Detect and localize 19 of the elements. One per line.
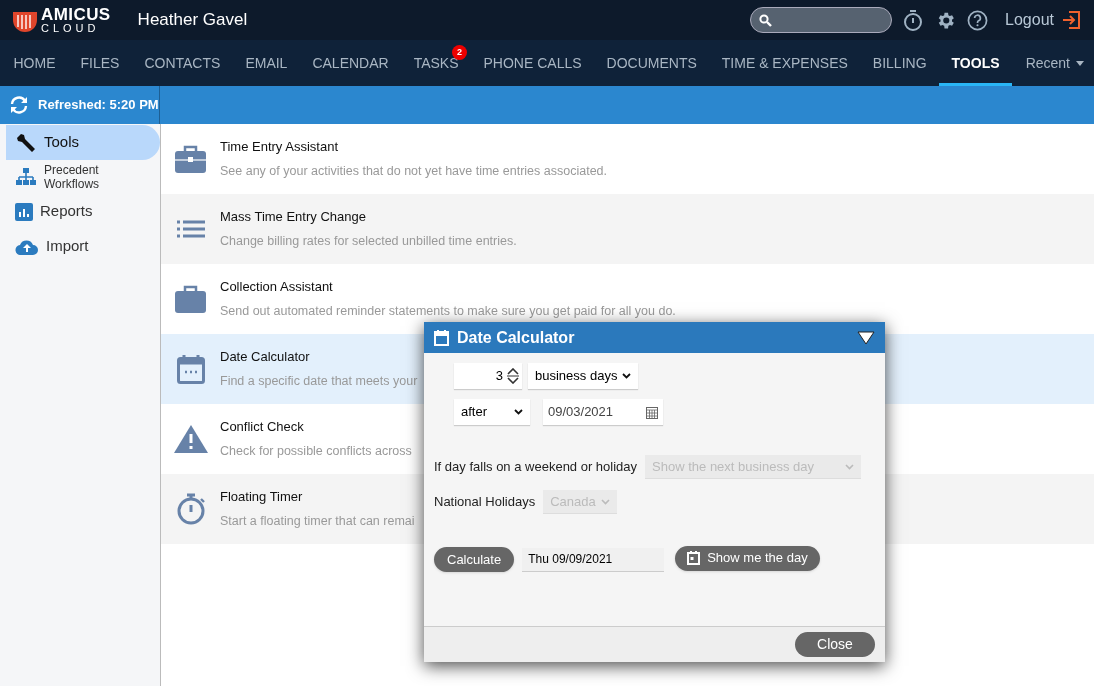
result-field: Thu 09/09/2021 xyxy=(522,547,665,572)
tool-description: Check for possible conflicts across xyxy=(220,443,412,461)
tool-title: Time Entry Assistant xyxy=(220,137,339,156)
tool-description: See any of your activities that do not yet have time entries associated. xyxy=(220,163,608,181)
tool-description: Change billing rates for selected unbilled time entries. xyxy=(220,233,517,251)
tool-description: Start a floating timer that can remai xyxy=(220,513,415,531)
logo-subtitle: CLOUD xyxy=(41,23,101,34)
refresh-status: Refreshed: 5:20 PM xyxy=(38,96,159,115)
logo-wordmark: AMICUS xyxy=(41,6,111,23)
tool-title: Conflict Check xyxy=(220,417,305,436)
tool-title: Floating Timer xyxy=(220,487,304,506)
tool-description: Send out automated reminder statements to make sure you get paid for all you do. xyxy=(220,303,676,321)
weekend-rule-label: If day falls on a weekend or holiday xyxy=(434,458,638,477)
tool-title: Collection Assistant xyxy=(220,277,334,296)
tool-title: Date Calculator xyxy=(220,347,311,366)
tool-title: Mass Time Entry Change xyxy=(220,207,367,226)
tool-description: Find a specific date that meets your xyxy=(220,373,418,391)
holidays-label: National Holidays xyxy=(434,493,536,512)
user-name: Heather Gavel xyxy=(137,9,248,32)
